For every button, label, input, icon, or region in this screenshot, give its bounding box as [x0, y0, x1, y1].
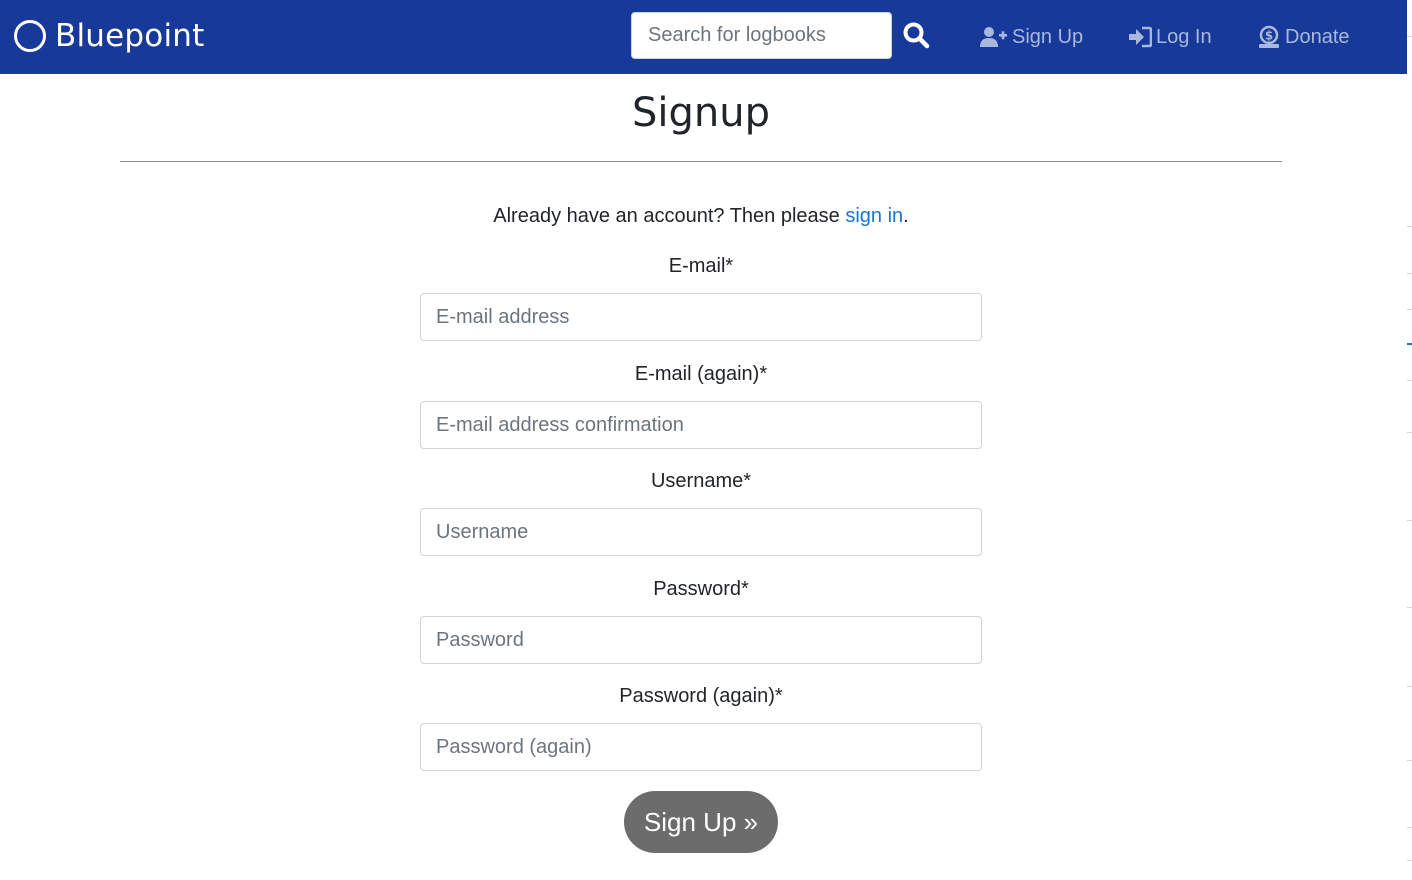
- page-title: Signup: [632, 90, 770, 136]
- signin-link[interactable]: sign in: [845, 205, 903, 227]
- signin-prompt-suffix: .: [903, 205, 909, 227]
- circle-logo-icon: [14, 20, 46, 52]
- nav-signup-link[interactable]: Sign Up: [980, 20, 1083, 54]
- brand-name: Bluepoint: [55, 18, 205, 54]
- edge-mark: [1407, 380, 1412, 381]
- search-input[interactable]: [631, 12, 892, 59]
- username-label: Username*: [650, 470, 752, 492]
- password-field[interactable]: [420, 616, 982, 664]
- sign-in-icon: [1129, 26, 1152, 48]
- brand-link[interactable]: Bluepoint: [14, 18, 204, 54]
- edge-mark: [1407, 520, 1412, 521]
- edge-mark: [1407, 226, 1412, 227]
- edge-mark: [1407, 432, 1412, 433]
- signin-prompt-text: Already have an account? Then please: [493, 205, 846, 227]
- email-label: E-mail*: [668, 255, 734, 277]
- password-label: Password*: [653, 578, 749, 600]
- password-confirm-label: Password (again)*: [619, 685, 783, 707]
- edge-mark: [1407, 309, 1412, 310]
- edge-mark: [1407, 36, 1412, 37]
- page-right-edge: [1407, 0, 1412, 880]
- nav-donate-link[interactable]: $ Donate: [1257, 20, 1350, 54]
- edge-mark: [1407, 607, 1412, 608]
- signup-submit-button[interactable]: Sign Up »: [624, 791, 778, 853]
- edge-mark: [1407, 760, 1412, 761]
- donate-icon: $: [1259, 25, 1279, 48]
- signin-prompt: Already have an account? Then please sig…: [0, 205, 1402, 228]
- search-icon: [903, 22, 930, 48]
- nav-donate-label: Donate: [1285, 25, 1350, 48]
- edge-mark: [1407, 686, 1412, 687]
- edge-mark-active: [1407, 343, 1412, 345]
- nav-login-link[interactable]: Log In: [1128, 20, 1212, 54]
- top-navbar: Bluepoint Sign Up Log In $ Donate: [0, 0, 1407, 74]
- username-field[interactable]: [420, 508, 982, 556]
- user-plus-icon: [980, 27, 1007, 47]
- email-confirm-label: E-mail (again)*: [634, 363, 768, 385]
- svg-text:$: $: [1265, 29, 1273, 43]
- edge-mark: [1407, 860, 1412, 861]
- password-confirm-field[interactable]: [420, 723, 982, 771]
- search-button[interactable]: [898, 16, 934, 56]
- email-confirm-field[interactable]: [420, 401, 982, 449]
- edge-mark: [1407, 273, 1412, 274]
- email-field[interactable]: [420, 293, 982, 341]
- title-divider: [120, 161, 1282, 162]
- edge-mark: [1407, 827, 1412, 828]
- nav-signup-label: Sign Up: [1012, 25, 1084, 48]
- nav-login-label: Log In: [1156, 25, 1212, 48]
